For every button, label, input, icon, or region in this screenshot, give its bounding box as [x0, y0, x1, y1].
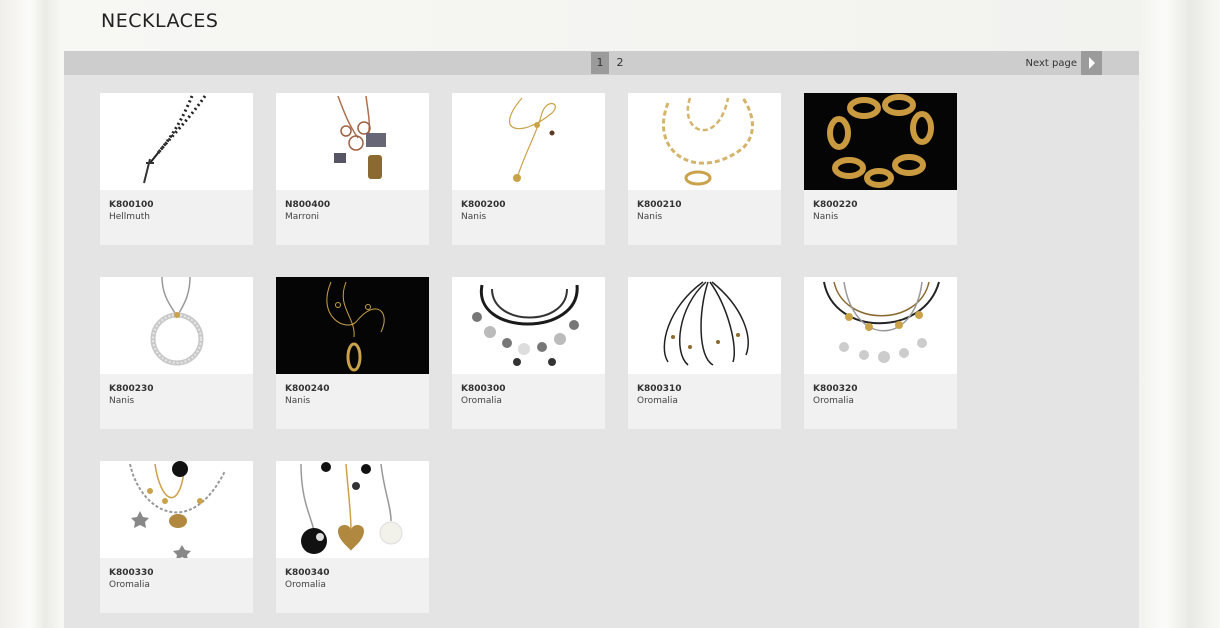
necklace-image: [300, 462, 403, 554]
product-code: K800240: [285, 384, 330, 394]
product-image[interactable]: [804, 277, 957, 374]
product-image[interactable]: [276, 461, 429, 558]
necklace-image: [661, 97, 754, 186]
product-brand: Oromalia: [813, 396, 854, 406]
necklace-image: [326, 281, 385, 372]
product-card[interactable]: K800320 Oromalia: [804, 277, 957, 429]
page-title: NECKLACES: [101, 10, 219, 32]
product-code: K800320: [813, 384, 858, 394]
product-card[interactable]: K800340 Oromalia: [276, 461, 429, 613]
product-card[interactable]: K800220 Nanis: [804, 93, 957, 245]
necklace-image: [143, 95, 207, 184]
product-brand: Nanis: [813, 212, 839, 222]
pagination-bar: 1 2 Next page: [64, 51, 1139, 75]
product-card[interactable]: K800330 Oromalia: [100, 461, 253, 613]
product-brand: Oromalia: [637, 396, 678, 406]
necklace-image: [334, 95, 386, 179]
product-brand: Nanis: [109, 396, 135, 406]
necklace-image: [150, 277, 204, 366]
product-brand: Marroni: [285, 212, 320, 222]
product-brand: Oromalia: [109, 580, 150, 590]
necklace-image: [823, 281, 940, 363]
product-panel: 1 2 Next page K800100 Hellmuth N800400 M…: [64, 51, 1139, 628]
product-brand: Oromalia: [285, 580, 326, 590]
product-code: K800230: [109, 384, 154, 394]
arrow-right-icon: [1088, 57, 1095, 69]
product-image[interactable]: [276, 277, 429, 374]
necklace-image: [663, 281, 749, 366]
product-brand: Oromalia: [461, 396, 502, 406]
necklace-image: [129, 461, 226, 558]
necklace-image: [472, 284, 579, 366]
product-code: K800340: [285, 568, 330, 578]
product-image[interactable]: [628, 277, 781, 374]
product-image[interactable]: [276, 93, 429, 190]
product-code: K800220: [813, 200, 858, 210]
product-brand: Nanis: [461, 212, 487, 222]
product-code: K800200: [461, 200, 506, 210]
product-card[interactable]: K800310 Oromalia: [628, 277, 781, 429]
product-brand: Nanis: [285, 396, 311, 406]
product-code: N800400: [285, 200, 331, 210]
product-code: K800210: [637, 200, 682, 210]
product-image[interactable]: [100, 277, 253, 374]
product-image[interactable]: [628, 93, 781, 190]
product-card[interactable]: K800240 Nanis: [276, 277, 429, 429]
page-link-1[interactable]: 1: [591, 52, 609, 74]
product-card[interactable]: K800210 Nanis: [628, 93, 781, 245]
necklace-image: [509, 97, 556, 182]
product-card[interactable]: K800300 Oromalia: [452, 277, 605, 429]
product-image[interactable]: [100, 93, 253, 190]
product-card[interactable]: N800400 Marroni: [276, 93, 429, 245]
product-image[interactable]: [452, 93, 605, 190]
product-code: K800100: [109, 200, 154, 210]
next-page-link[interactable]: Next page: [1026, 51, 1077, 75]
product-image[interactable]: [100, 461, 253, 558]
product-image[interactable]: [804, 93, 957, 190]
product-code: K800310: [637, 384, 682, 394]
product-card[interactable]: K800200 Nanis: [452, 93, 605, 245]
product-code: K800330: [109, 568, 154, 578]
necklace-image: [827, 94, 934, 188]
product-image[interactable]: [452, 277, 605, 374]
product-card[interactable]: K800230 Nanis: [100, 277, 253, 429]
product-code: K800300: [461, 384, 506, 394]
product-brand: Hellmuth: [109, 212, 151, 222]
next-page-button[interactable]: [1081, 51, 1102, 75]
product-brand: Nanis: [637, 212, 663, 222]
product-card[interactable]: K800100 Hellmuth: [100, 93, 253, 245]
page-link-2[interactable]: 2: [611, 52, 629, 74]
